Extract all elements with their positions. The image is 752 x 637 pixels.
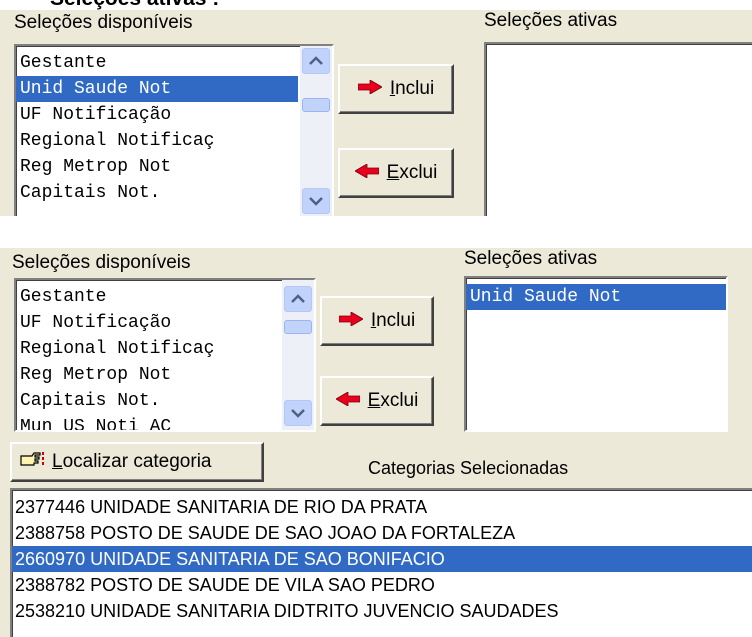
top-active-list[interactable] (484, 42, 752, 216)
scroll-up-icon[interactable] (302, 48, 330, 74)
bottom-panel: Seleções disponíveis Seleções ativas Ges… (0, 248, 752, 637)
list-item[interactable]: 2377446 UNIDADE SANITARIA DE RIO DA PRAT… (12, 494, 752, 520)
arrow-left-icon (353, 162, 380, 184)
list-item[interactable]: Gestante (16, 50, 298, 76)
list-item[interactable]: Reg Metrop Not (16, 362, 280, 388)
bottom-active-list[interactable]: Unid Saude Not (464, 276, 728, 432)
bottom-available-list[interactable]: Gestante UF Notificação Regional Notificaç… (14, 278, 316, 432)
scroll-thumb[interactable] (302, 98, 330, 112)
scroll-up-icon[interactable] (284, 286, 312, 312)
categories-list[interactable]: 2377446 UNIDADE SANITARIA DE RIO DA PRAT… (10, 488, 752, 637)
list-item[interactable]: UF Notificação (16, 310, 280, 336)
list-item[interactable]: Reg Metrop Not (16, 154, 298, 180)
bottom-available-scrollbar[interactable] (282, 280, 314, 430)
list-item[interactable]: UF Notificação (16, 102, 298, 128)
list-item[interactable]: Unid Saude Not (16, 76, 298, 102)
bottom-include-button[interactable]: Inclui (320, 296, 434, 346)
scroll-down-icon[interactable] (284, 400, 312, 426)
scroll-thumb[interactable] (284, 320, 312, 334)
bottom-active-label: Seleções ativas (464, 248, 598, 269)
arrow-right-icon (338, 310, 364, 332)
list-item[interactable]: 2538210 UNIDADE SANITARIA DIDTRITO JUVEN… (12, 598, 752, 624)
pointing-hand-icon (20, 450, 46, 474)
top-active-label: Seleções ativas (484, 10, 618, 31)
top-exclude-button[interactable]: Exclui (338, 148, 454, 198)
top-panel: Seleções disponíveis Seleções ativas Ges… (0, 10, 752, 216)
top-available-list[interactable]: Gestante Unid Saude Not UF Notificação Regi… (14, 44, 334, 216)
list-item[interactable]: Gestante (16, 284, 280, 310)
categories-label: Categorias Selecionadas (368, 458, 569, 478)
list-item[interactable]: 2388782 POSTO DE SAUDE DE VILA SAO PEDRO (12, 572, 752, 598)
list-item[interactable]: 2660970 UNIDADE SANITARIA DE SAO BONIFAC… (12, 546, 752, 572)
locate-category-button[interactable]: Localizar categoria (10, 442, 264, 482)
arrow-left-icon (334, 390, 361, 412)
list-item[interactable]: Capitais Not. (16, 388, 280, 414)
top-available-scrollbar[interactable] (300, 46, 332, 216)
list-item[interactable]: Regional Notificaç (16, 336, 280, 362)
scroll-down-icon[interactable] (302, 188, 330, 214)
list-item[interactable]: Capitais Not. (16, 180, 298, 206)
bottom-available-label: Seleções disponíveis (12, 252, 191, 273)
list-item[interactable]: Unid Saude Not (466, 284, 726, 310)
top-available-label: Seleções disponíveis (14, 12, 193, 33)
top-include-button[interactable]: Inclui (338, 64, 454, 114)
list-item[interactable]: Mun US Noti AC (16, 414, 280, 430)
bottom-exclude-button[interactable]: Exclui (320, 376, 434, 426)
list-item[interactable]: 2388758 POSTO DE SAUDE DE SAO JOAO DA FO… (12, 520, 752, 546)
list-item[interactable]: Regional Notificaç (16, 128, 298, 154)
arrow-right-icon (357, 78, 383, 100)
